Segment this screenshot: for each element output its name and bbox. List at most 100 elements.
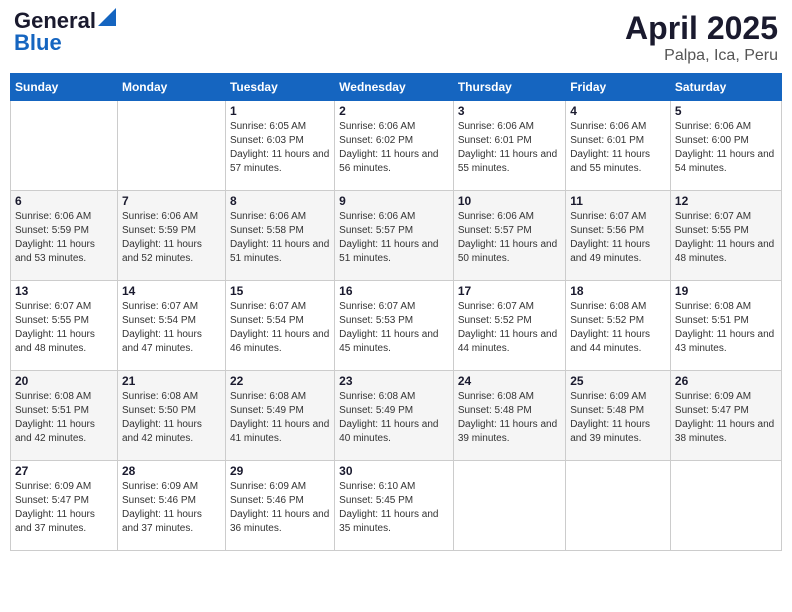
day-number: 30 bbox=[339, 464, 449, 478]
day-info: Sunrise: 6:06 AM Sunset: 6:01 PM Dayligh… bbox=[458, 120, 561, 176]
calendar-week-row: 1 Sunrise: 6:05 AM Sunset: 6:03 PM Daylig… bbox=[11, 101, 782, 191]
day-number: 9 bbox=[339, 194, 449, 208]
calendar-cell: 23Sunrise: 6:08 AM Sunset: 5:49 PM Dayli… bbox=[335, 371, 454, 461]
day-info: Sunrise: 6:08 AM Sunset: 5:49 PM Dayligh… bbox=[339, 390, 449, 446]
logo: General Blue bbox=[14, 10, 116, 54]
calendar-cell: 20Sunrise: 6:08 AM Sunset: 5:51 PM Dayli… bbox=[11, 371, 118, 461]
calendar-week-row: 6 Sunrise: 6:06 AM Sunset: 5:59 PM Daylig… bbox=[11, 191, 782, 281]
calendar-cell: 8Sunrise: 6:06 AM Sunset: 5:58 PM Daylig… bbox=[225, 191, 334, 281]
day-info: Sunrise: 6:06 AM Sunset: 5:58 PM Dayligh… bbox=[230, 210, 330, 266]
calendar-cell: 11 Sunrise: 6:07 AM Sunset: 5:56 PM Dayli… bbox=[566, 191, 671, 281]
calendar-cell: 29Sunrise: 6:09 AM Sunset: 5:46 PM Dayli… bbox=[225, 461, 334, 551]
calendar-cell: 26Sunrise: 6:09 AM Sunset: 5:47 PM Dayli… bbox=[670, 371, 781, 461]
page-subtitle: Palpa, Ica, Peru bbox=[625, 47, 778, 65]
calendar-cell: 27 Sunrise: 6:09 AM Sunset: 5:47 PM Dayli… bbox=[11, 461, 118, 551]
day-info: Sunrise: 6:09 AM Sunset: 5:47 PM Dayligh… bbox=[675, 390, 777, 446]
calendar-cell: 10 Sunrise: 6:06 AM Sunset: 5:57 PM Dayli… bbox=[453, 191, 565, 281]
calendar-cell: 14 Sunrise: 6:07 AM Sunset: 5:54 PM Dayli… bbox=[117, 281, 225, 371]
calendar-cell: 9 Sunrise: 6:06 AM Sunset: 5:57 PM Daylig… bbox=[335, 191, 454, 281]
calendar-cell: 22Sunrise: 6:08 AM Sunset: 5:49 PM Dayli… bbox=[225, 371, 334, 461]
calendar-week-row: 13Sunrise: 6:07 AM Sunset: 5:55 PM Dayli… bbox=[11, 281, 782, 371]
day-number: 11 bbox=[570, 194, 666, 208]
day-info: Sunrise: 6:07 AM Sunset: 5:54 PM Dayligh… bbox=[230, 300, 330, 356]
day-info: Sunrise: 6:06 AM Sunset: 6:02 PM Dayligh… bbox=[339, 120, 449, 176]
calendar-cell: 1 Sunrise: 6:05 AM Sunset: 6:03 PM Daylig… bbox=[225, 101, 334, 191]
day-info: Sunrise: 6:07 AM Sunset: 5:53 PM Dayligh… bbox=[339, 300, 449, 356]
day-number: 1 bbox=[230, 104, 330, 118]
day-number: 13 bbox=[15, 284, 113, 298]
day-number: 2 bbox=[339, 104, 449, 118]
day-info: Sunrise: 6:08 AM Sunset: 5:52 PM Dayligh… bbox=[570, 300, 666, 356]
day-info: Sunrise: 6:06 AM Sunset: 5:57 PM Dayligh… bbox=[458, 210, 561, 266]
day-info: Sunrise: 6:09 AM Sunset: 5:48 PM Dayligh… bbox=[570, 390, 666, 446]
calendar-cell: 19Sunrise: 6:08 AM Sunset: 5:51 PM Dayli… bbox=[670, 281, 781, 371]
page-title: April 2025 bbox=[625, 10, 778, 47]
calendar-cell: 5Sunrise: 6:06 AM Sunset: 6:00 PM Daylig… bbox=[670, 101, 781, 191]
calendar-cell: 6 Sunrise: 6:06 AM Sunset: 5:59 PM Daylig… bbox=[11, 191, 118, 281]
day-info: Sunrise: 6:06 AM Sunset: 5:57 PM Dayligh… bbox=[339, 210, 449, 266]
title-block: April 2025 Palpa, Ica, Peru bbox=[625, 10, 778, 65]
day-number: 24 bbox=[458, 374, 561, 388]
calendar-cell bbox=[566, 461, 671, 551]
day-number: 29 bbox=[230, 464, 330, 478]
calendar-header: SundayMondayTuesdayWednesdayThursdayFrid… bbox=[11, 74, 782, 101]
calendar-cell: 17 Sunrise: 6:07 AM Sunset: 5:52 PM Dayli… bbox=[453, 281, 565, 371]
day-info: Sunrise: 6:05 AM Sunset: 6:03 PM Dayligh… bbox=[230, 120, 330, 176]
calendar-cell bbox=[453, 461, 565, 551]
day-number: 27 bbox=[15, 464, 113, 478]
weekday-header-wednesday: Wednesday bbox=[335, 74, 454, 101]
day-number: 22 bbox=[230, 374, 330, 388]
day-number: 16 bbox=[339, 284, 449, 298]
day-info: Sunrise: 6:06 AM Sunset: 5:59 PM Dayligh… bbox=[15, 210, 113, 266]
weekday-row: SundayMondayTuesdayWednesdayThursdayFrid… bbox=[11, 74, 782, 101]
calendar-cell: 30 Sunrise: 6:10 AM Sunset: 5:45 PM Dayli… bbox=[335, 461, 454, 551]
day-number: 21 bbox=[122, 374, 221, 388]
calendar-cell: 24 Sunrise: 6:08 AM Sunset: 5:48 PM Dayli… bbox=[453, 371, 565, 461]
day-number: 25 bbox=[570, 374, 666, 388]
calendar-cell: 3Sunrise: 6:06 AM Sunset: 6:01 PM Daylig… bbox=[453, 101, 565, 191]
calendar-cell: 2 Sunrise: 6:06 AM Sunset: 6:02 PM Daylig… bbox=[335, 101, 454, 191]
day-number: 15 bbox=[230, 284, 330, 298]
calendar-cell bbox=[11, 101, 118, 191]
weekday-header-tuesday: Tuesday bbox=[225, 74, 334, 101]
weekday-header-friday: Friday bbox=[566, 74, 671, 101]
day-number: 17 bbox=[458, 284, 561, 298]
day-number: 14 bbox=[122, 284, 221, 298]
logo-general-text: General bbox=[14, 10, 96, 32]
calendar-table: SundayMondayTuesdayWednesdayThursdayFrid… bbox=[10, 73, 782, 551]
calendar-cell: 28 Sunrise: 6:09 AM Sunset: 5:46 PM Dayli… bbox=[117, 461, 225, 551]
day-number: 10 bbox=[458, 194, 561, 208]
day-info: Sunrise: 6:06 AM Sunset: 5:59 PM Dayligh… bbox=[122, 210, 221, 266]
page-header: General Blue April 2025 Palpa, Ica, Peru bbox=[10, 10, 782, 65]
calendar-cell: 13Sunrise: 6:07 AM Sunset: 5:55 PM Dayli… bbox=[11, 281, 118, 371]
calendar-cell: 12Sunrise: 6:07 AM Sunset: 5:55 PM Dayli… bbox=[670, 191, 781, 281]
day-info: Sunrise: 6:07 AM Sunset: 5:52 PM Dayligh… bbox=[458, 300, 561, 356]
day-info: Sunrise: 6:07 AM Sunset: 5:55 PM Dayligh… bbox=[675, 210, 777, 266]
day-info: Sunrise: 6:08 AM Sunset: 5:51 PM Dayligh… bbox=[15, 390, 113, 446]
calendar-cell bbox=[670, 461, 781, 551]
weekday-header-saturday: Saturday bbox=[670, 74, 781, 101]
day-info: Sunrise: 6:10 AM Sunset: 5:45 PM Dayligh… bbox=[339, 480, 449, 536]
day-number: 4 bbox=[570, 104, 666, 118]
day-number: 28 bbox=[122, 464, 221, 478]
day-info: Sunrise: 6:08 AM Sunset: 5:50 PM Dayligh… bbox=[122, 390, 221, 446]
day-number: 18 bbox=[570, 284, 666, 298]
calendar-cell: 7 Sunrise: 6:06 AM Sunset: 5:59 PM Daylig… bbox=[117, 191, 225, 281]
calendar-cell: 16 Sunrise: 6:07 AM Sunset: 5:53 PM Dayli… bbox=[335, 281, 454, 371]
weekday-header-thursday: Thursday bbox=[453, 74, 565, 101]
day-info: Sunrise: 6:07 AM Sunset: 5:56 PM Dayligh… bbox=[570, 210, 666, 266]
day-info: Sunrise: 6:08 AM Sunset: 5:48 PM Dayligh… bbox=[458, 390, 561, 446]
calendar-cell bbox=[117, 101, 225, 191]
day-info: Sunrise: 6:09 AM Sunset: 5:46 PM Dayligh… bbox=[122, 480, 221, 536]
day-number: 7 bbox=[122, 194, 221, 208]
calendar-week-row: 27 Sunrise: 6:09 AM Sunset: 5:47 PM Dayli… bbox=[11, 461, 782, 551]
weekday-header-sunday: Sunday bbox=[11, 74, 118, 101]
day-number: 6 bbox=[15, 194, 113, 208]
weekday-header-monday: Monday bbox=[117, 74, 225, 101]
calendar-cell: 25 Sunrise: 6:09 AM Sunset: 5:48 PM Dayli… bbox=[566, 371, 671, 461]
day-info: Sunrise: 6:09 AM Sunset: 5:47 PM Dayligh… bbox=[15, 480, 113, 536]
day-info: Sunrise: 6:07 AM Sunset: 5:54 PM Dayligh… bbox=[122, 300, 221, 356]
calendar-body: 1 Sunrise: 6:05 AM Sunset: 6:03 PM Daylig… bbox=[11, 101, 782, 551]
calendar-cell: 21 Sunrise: 6:08 AM Sunset: 5:50 PM Dayli… bbox=[117, 371, 225, 461]
calendar-cell: 18 Sunrise: 6:08 AM Sunset: 5:52 PM Dayli… bbox=[566, 281, 671, 371]
